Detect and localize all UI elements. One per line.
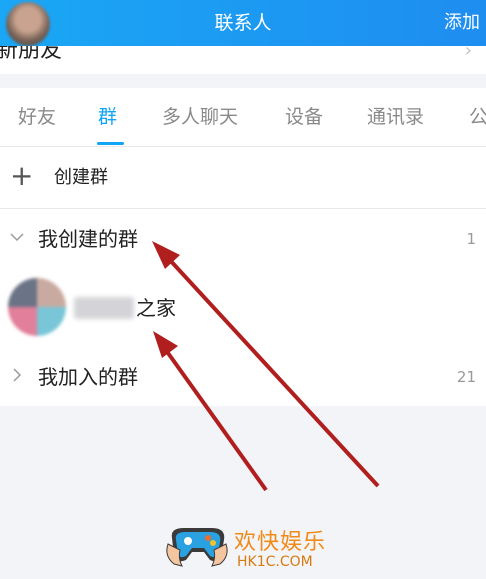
top-bar: 联系人 添加 <box>0 0 486 46</box>
active-tab-indicator <box>97 142 124 145</box>
gamepad-icon <box>166 528 228 567</box>
group-section-created[interactable]: 我创建的群 1 <box>0 209 486 269</box>
tab-public[interactable]: 公 <box>469 88 486 146</box>
tab-groups[interactable]: 群 <box>98 88 117 146</box>
contact-tabs: 好友 群 多人聊天 设备 通讯录 公 <box>0 88 486 147</box>
group-section-joined[interactable]: 我加入的群 21 <box>0 347 486 407</box>
watermark-logo: 欢快娱乐 HK1C.COM <box>164 514 327 576</box>
group-section-count: 1 <box>466 230 476 248</box>
create-group-label: 创建群 <box>54 167 108 188</box>
new-friends-label: 新朋友 <box>0 46 63 63</box>
create-group-row[interactable]: + 创建群 <box>0 147 486 209</box>
tab-devices[interactable]: 设备 <box>285 88 323 146</box>
list-item[interactable]: 之家 <box>0 269 486 347</box>
chevron-right-icon <box>9 367 25 387</box>
tab-friends[interactable]: 好友 <box>18 88 56 146</box>
chevron-down-icon <box>9 229 25 249</box>
group-section-label: 我创建的群 <box>38 227 138 251</box>
group-section-label: 我加入的群 <box>38 365 138 389</box>
group-section-count: 21 <box>456 368 476 386</box>
chevron-right-icon: › <box>464 46 472 61</box>
group-avatar <box>8 278 66 336</box>
group-list: 我创建的群 1 之家 我加入的群 21 <box>0 209 486 406</box>
tab-address-book[interactable]: 通讯录 <box>367 88 424 146</box>
page-title: 联系人 <box>214 12 272 34</box>
blurred-name <box>74 297 134 319</box>
new-friends-row[interactable]: 新朋友 › <box>0 46 486 74</box>
watermark-title: 欢快娱乐 <box>234 530 327 555</box>
plus-icon: + <box>10 159 34 192</box>
tab-multi-chat[interactable]: 多人聊天 <box>162 88 238 146</box>
add-button[interactable]: 添加 <box>444 0 480 46</box>
group-name: 之家 <box>136 296 176 320</box>
watermark-site: HK1C.COM <box>237 554 313 570</box>
